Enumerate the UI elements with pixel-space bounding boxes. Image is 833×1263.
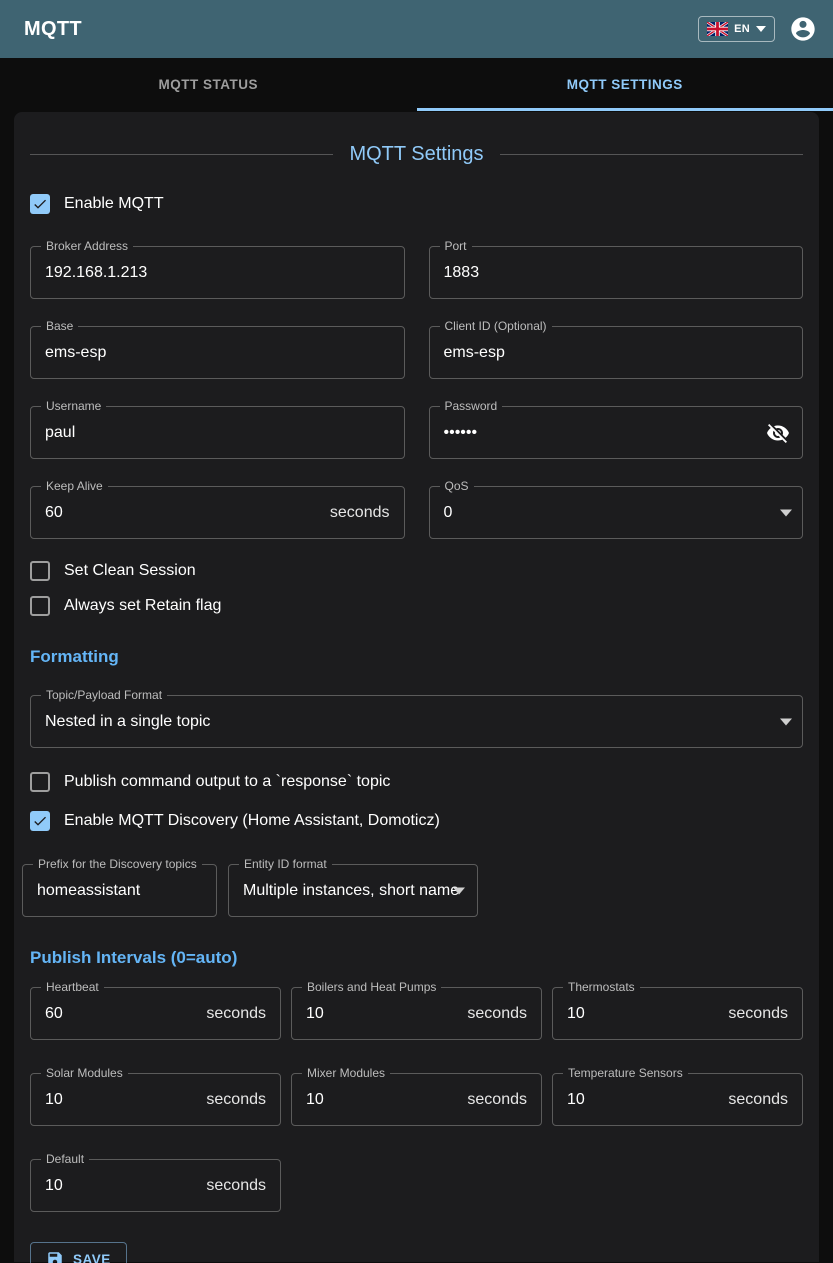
port-field: Port [429,246,804,299]
boilers-field: Boilers and Heat Pumps seconds [291,987,542,1040]
active-tab-indicator [417,108,833,111]
language-selector-button[interactable]: EN [698,16,775,42]
dropdown-arrow-icon [780,509,792,516]
divider [500,154,803,155]
solar-modules-input[interactable] [31,1074,280,1125]
checkbox-icon [30,811,50,831]
discovery-prefix-input[interactable] [23,865,216,916]
save-icon [46,1250,64,1263]
checkbox-clean-session[interactable]: Set Clean Session [30,561,803,581]
discovery-prefix-field: Prefix for the Discovery topics [22,864,217,917]
connection-fields-grid: Broker Address Port Base Client ID (Opti… [30,246,803,539]
heartbeat-field: Heartbeat seconds [30,987,281,1040]
select-value: Nested in a single topic [45,713,210,731]
account-circle-button[interactable] [789,15,817,43]
tab-bar: MQTT STATUS MQTT SETTINGS [0,58,833,111]
broker-address-input[interactable] [31,247,404,298]
chevron-down-icon [756,26,766,32]
divider [30,154,333,155]
default-interval-input[interactable] [31,1160,280,1211]
checkbox-label: Enable MQTT [64,195,164,213]
tab-mqtt-status[interactable]: MQTT STATUS [0,58,417,111]
visibility-off-icon[interactable] [766,421,790,445]
temperature-sensors-field: Temperature Sensors seconds [552,1073,803,1126]
language-code-label: EN [734,23,750,35]
select-value: Multiple instances, short name [243,882,459,900]
tab-mqtt-settings[interactable]: MQTT SETTINGS [417,58,833,111]
checkbox-label: Always set Retain flag [64,597,221,615]
checkbox-response-topic[interactable]: Publish command output to a `response` t… [30,772,803,792]
thermostats-input[interactable] [553,988,802,1039]
mixer-modules-field: Mixer Modules seconds [291,1073,542,1126]
base-input[interactable] [31,327,404,378]
field-label: Entity ID format [239,857,332,871]
dropdown-arrow-icon [453,887,465,894]
keep-alive-input[interactable] [31,487,404,538]
checkbox-retain-flag[interactable]: Always set Retain flag [30,596,803,616]
field-label: Topic/Payload Format [41,688,167,702]
intervals-grid: Heartbeat seconds Boilers and Heat Pumps… [30,987,803,1212]
temperature-sensors-input[interactable] [553,1074,802,1125]
card-title-row: MQTT Settings [30,112,803,166]
checkbox-icon [30,194,50,214]
password-input[interactable] [430,407,803,458]
uk-flag-icon [707,22,728,36]
checkbox-enable-mqtt[interactable]: Enable MQTT [30,194,803,214]
qos-select[interactable]: QoS 0 [429,486,804,539]
publish-intervals-heading: Publish Intervals (0=auto) [30,948,803,968]
checkbox-icon [30,596,50,616]
password-field: Password [429,406,804,459]
account-circle-icon [789,15,817,43]
mixer-modules-input[interactable] [292,1074,541,1125]
settings-card: MQTT Settings Enable MQTT Broker Address… [14,112,819,1262]
boilers-input[interactable] [292,988,541,1039]
page-header-title: MQTT [24,18,698,41]
save-button[interactable]: SAVE [30,1242,127,1263]
dropdown-arrow-icon [780,718,792,725]
card-title: MQTT Settings [349,143,483,166]
checkbox-label: Set Clean Session [64,562,196,580]
client-id-input[interactable] [430,327,803,378]
select-value: 0 [444,504,453,522]
checkbox-icon [30,772,50,792]
topic-format-select[interactable]: Topic/Payload Format Nested in a single … [30,695,803,748]
base-field: Base [30,326,405,379]
checkbox-label: Enable MQTT Discovery (Home Assistant, D… [64,812,440,830]
heartbeat-input[interactable] [31,988,280,1039]
username-field: Username [30,406,405,459]
keep-alive-field: Keep Alive seconds [30,486,405,539]
checkbox-label: Publish command output to a `response` t… [64,773,390,791]
app-bar: MQTT EN [0,0,833,58]
entity-id-format-select[interactable]: Entity ID format Multiple instances, sho… [228,864,478,917]
save-button-label: SAVE [73,1252,111,1263]
port-input[interactable] [430,247,803,298]
username-input[interactable] [31,407,404,458]
discovery-fields-row: Prefix for the Discovery topics Entity I… [22,864,803,917]
checkbox-icon [30,561,50,581]
field-label: QoS [440,479,474,493]
client-id-field: Client ID (Optional) [429,326,804,379]
default-interval-field: Default seconds [30,1159,281,1212]
thermostats-field: Thermostats seconds [552,987,803,1040]
broker-address-field: Broker Address [30,246,405,299]
solar-modules-field: Solar Modules seconds [30,1073,281,1126]
formatting-heading: Formatting [30,647,803,667]
checkbox-mqtt-discovery[interactable]: Enable MQTT Discovery (Home Assistant, D… [30,811,803,831]
